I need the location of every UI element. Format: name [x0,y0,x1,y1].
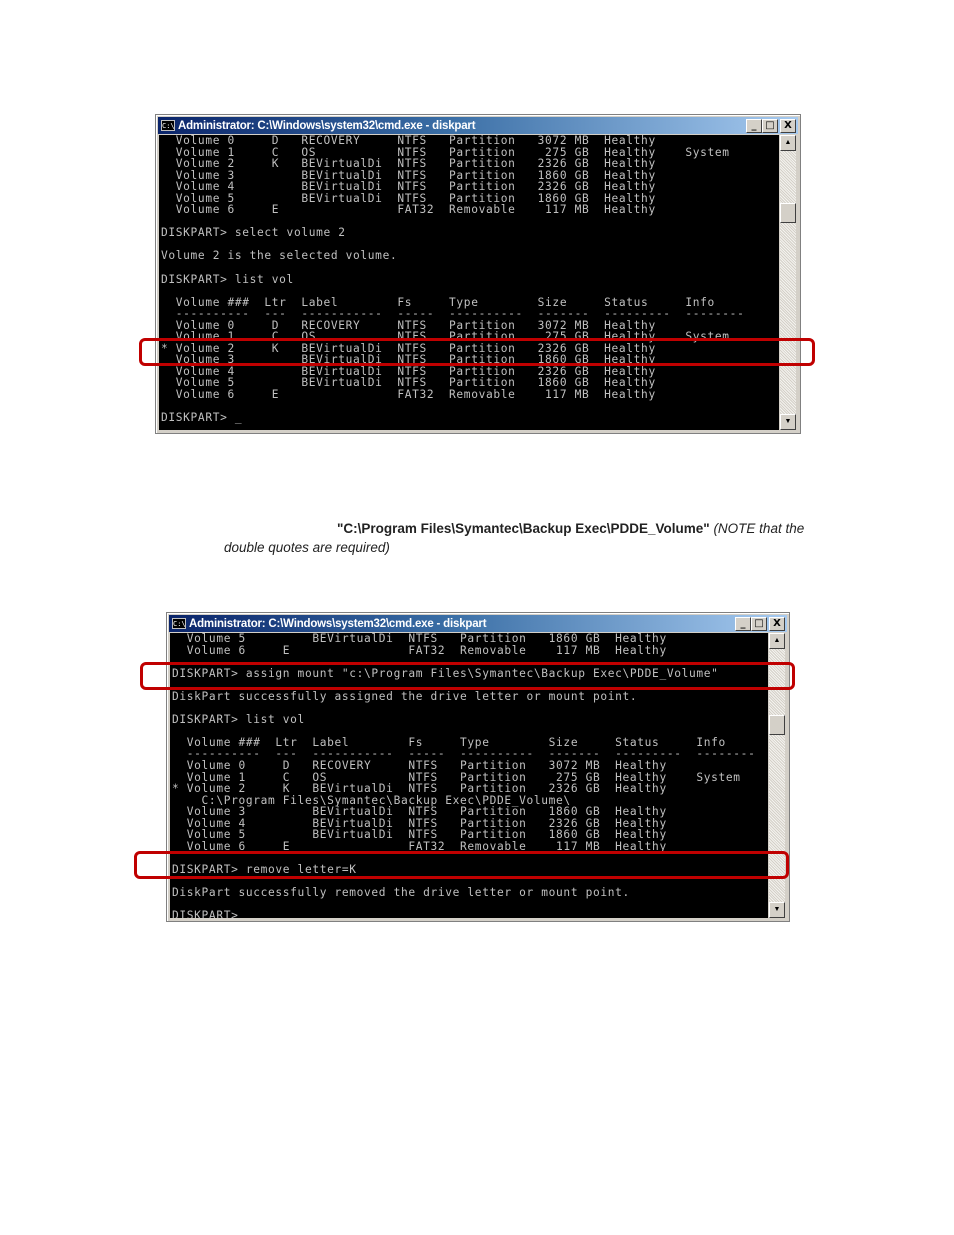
console-line: DISKPART> list vol [172,712,305,726]
maximize-button[interactable]: □ [751,617,767,631]
window-controls: _ □ X [746,119,796,133]
scroll-thumb[interactable] [769,715,785,735]
window-title: Administrator: C:\Windows\system32\cmd.e… [178,119,476,132]
scroll-up-button[interactable]: ▲ [769,633,785,649]
maximize-button[interactable]: □ [762,119,778,133]
note-text-1: (NOTE that the [709,521,805,536]
minimize-button[interactable]: _ [746,119,762,133]
console-line: Volume 2 is the selected volume. [161,249,398,263]
console-output[interactable]: Volume 0 D RECOVERY NTFS Partition 3072 … [159,135,779,430]
minimize-button[interactable]: _ [735,617,751,631]
highlight-selected-volume [139,338,815,366]
scroll-down-button[interactable]: ▼ [780,414,796,430]
instruction-line-1: "C:\Program Files\Symantec\Backup Exec\P… [224,519,824,538]
console-line: DiskPart successfully removed the drive … [172,886,630,900]
cmd-app-icon: C:\ [161,120,175,131]
vertical-scrollbar[interactable]: ▲ ▼ [780,135,796,430]
window-title: Administrator: C:\Windows\system32\cmd.e… [189,617,487,630]
close-button[interactable]: X [780,119,796,133]
highlight-remove-letter-command [134,851,789,879]
console-line: Volume 6 E FAT32 Removable 117 MB Health… [186,643,667,657]
scroll-thumb[interactable] [780,203,796,223]
title-bar[interactable]: C:\ Administrator: C:\Windows\system32\c… [158,117,798,134]
title-bar[interactable]: C:\ Administrator: C:\Windows\system32\c… [169,615,787,632]
console-line: DISKPART> _ [172,909,254,918]
console-line: DiskPart successfully assigned the drive… [172,689,638,703]
console-line: Volume 6 E FAT32 Removable 117 MB Health… [175,388,656,402]
scroll-down-button[interactable]: ▼ [769,902,785,918]
console-line: Volume 6 E FAT32 Removable 117 MB Health… [175,203,656,217]
console-line: DISKPART> list vol [161,272,294,286]
close-button[interactable]: X [769,617,785,631]
note-text-2: double quotes are required) [224,540,390,555]
console-line: DISKPART> select volume 2 [161,226,346,240]
cmd-app-icon: C:\ [172,618,186,629]
window-controls: _ □ X [735,617,785,631]
scroll-up-button[interactable]: ▲ [780,135,796,151]
highlight-assign-mount-command [140,662,795,690]
mount-path: "C:\Program Files\Symantec\Backup Exec\P… [337,521,710,536]
cmd-window-1: C:\ Administrator: C:\Windows\system32\c… [155,114,801,434]
instruction-paragraph: "C:\Program Files\Symantec\Backup Exec\P… [224,519,824,557]
console-text: Volume 0 D RECOVERY NTFS Partition 3072 … [159,135,779,424]
console-line: DISKPART> _ [161,411,243,425]
